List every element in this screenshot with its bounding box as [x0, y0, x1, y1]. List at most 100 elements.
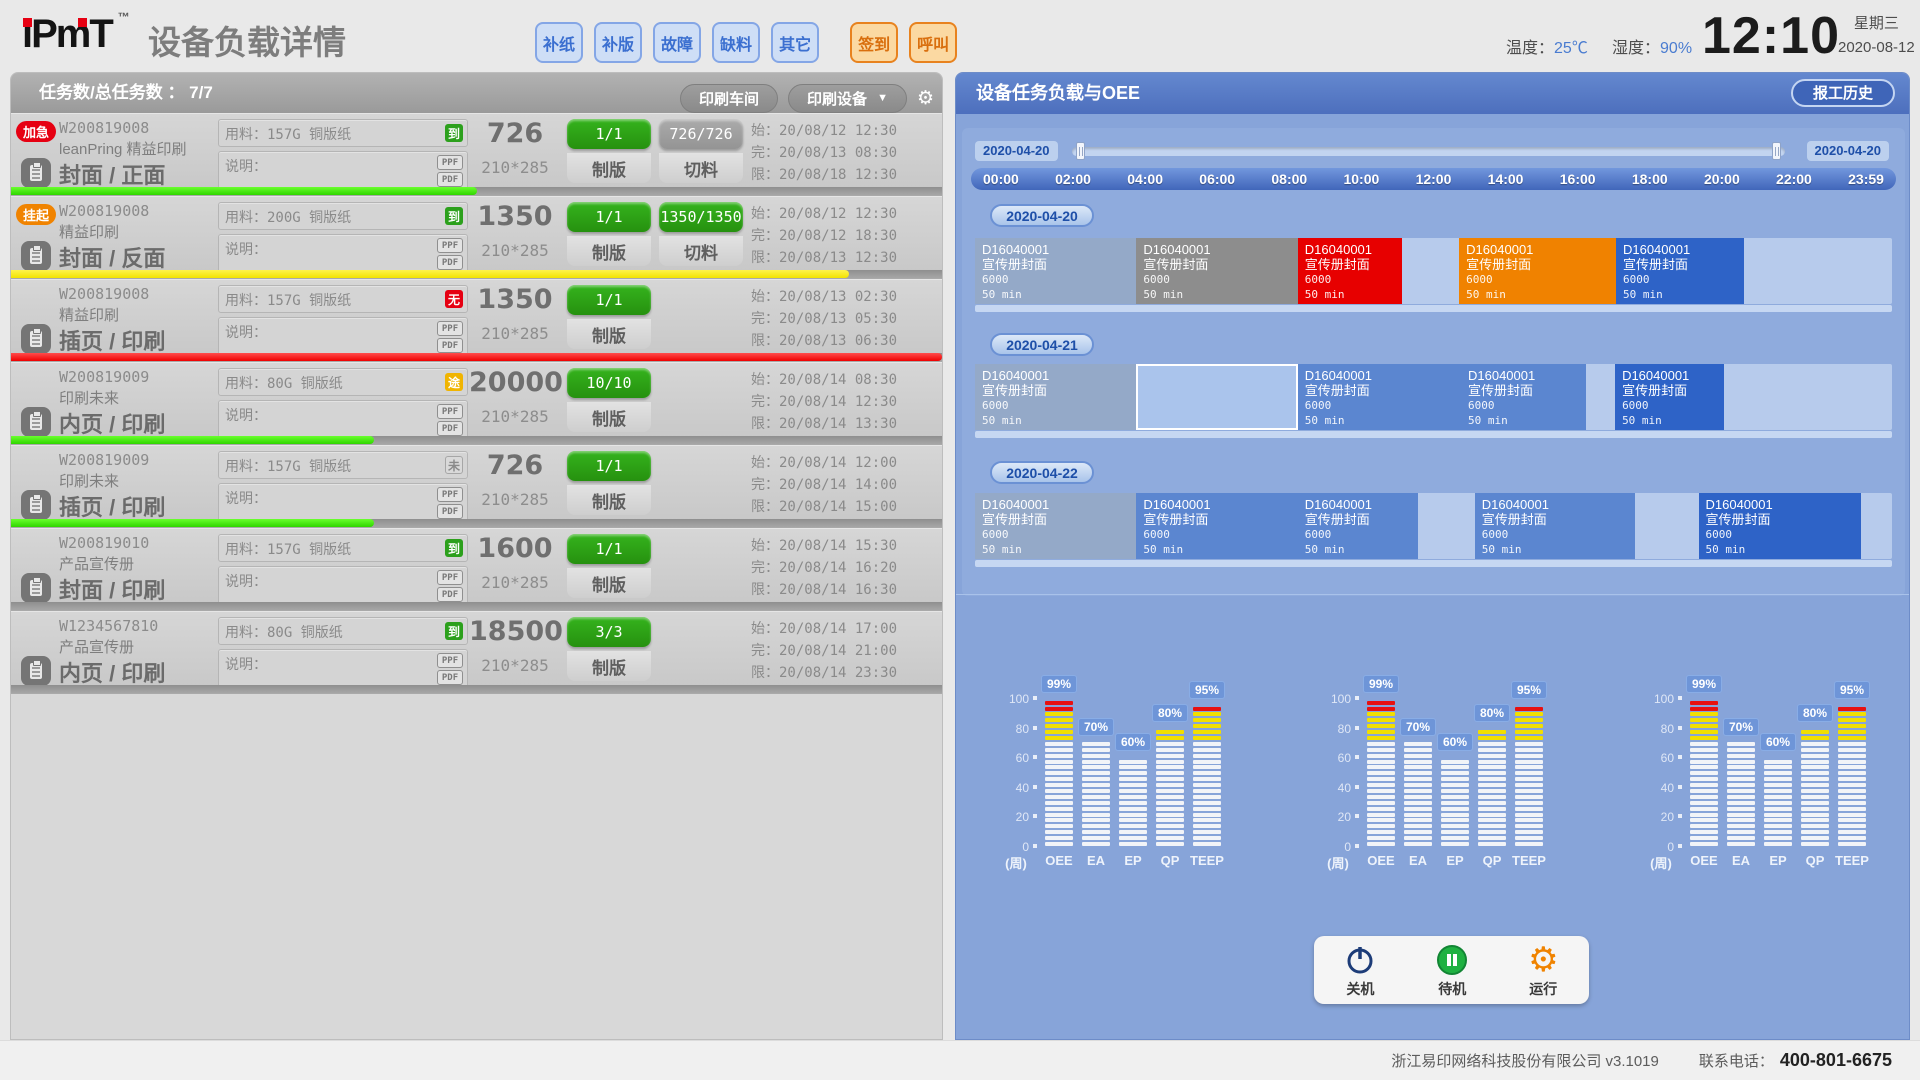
plate-stage-button[interactable]: 1/1制版: [567, 534, 651, 598]
topbar-alert-button[interactable]: 呼叫: [909, 22, 957, 63]
gantt-task-block[interactable]: D16040001宣传册封面600050 min: [1136, 493, 1297, 559]
topbar-action-button[interactable]: 补版: [594, 22, 642, 63]
led-segment: [1478, 842, 1506, 846]
humidity-readout: 湿度：90%: [1612, 34, 1692, 58]
gantt-block-text: 50 min: [982, 287, 1129, 302]
y-axis-tick: [1033, 814, 1037, 818]
topbar-action-button[interactable]: 补纸: [535, 22, 583, 63]
plate-stage-button[interactable]: 1/1制版: [567, 285, 651, 349]
slider-handle-right[interactable]: [1772, 142, 1781, 160]
gantt-task-block[interactable]: [1136, 364, 1297, 430]
control-pause[interactable]: 待机: [1437, 942, 1467, 999]
description-box: 说明：PPFPDF: [218, 483, 468, 523]
slider-handle-left[interactable]: [1076, 142, 1085, 160]
gantt-task-block[interactable]: D16040001宣传册封面600050 min: [1298, 364, 1461, 430]
gantt-task-block[interactable]: D16040001宣传册封面600050 min: [1459, 238, 1616, 304]
gantt-zone: 2020-04-20 2020-04-20 00:0002:0004:0006:…: [962, 128, 1905, 596]
cut-stage-button[interactable]: 1350/1350切料: [659, 202, 743, 266]
led-bar: [1156, 728, 1184, 846]
gantt-task-block[interactable]: D16040001宣传册封面600050 min: [1616, 238, 1744, 304]
gantt-task-block[interactable]: D16040001宣传册封面600050 min: [1136, 238, 1297, 304]
led-segment: [1515, 789, 1543, 793]
gantt-block-text: 宣传册封面: [1466, 257, 1609, 272]
led-segment: [1801, 824, 1829, 828]
led-segment: [1045, 824, 1073, 828]
led-segment: [1801, 807, 1829, 811]
led-segment: [1082, 754, 1110, 758]
y-axis-tick: [1355, 844, 1359, 848]
phone-label: 联系电话：: [1699, 1050, 1774, 1071]
task-times: 始：20/08/14 17:00完：20/08/14 21:00限：20/08/…: [751, 618, 897, 684]
plate-stage-button[interactable]: 1/1制版: [567, 119, 651, 183]
led-segment: [1367, 760, 1395, 764]
topbar-action-button[interactable]: 缺料: [712, 22, 760, 63]
plate-stage-button[interactable]: 3/3制版: [567, 617, 651, 681]
led-segment: [1727, 818, 1755, 822]
gantt-block-text: 50 min: [1305, 542, 1411, 557]
slider-track[interactable]: [1072, 147, 1785, 156]
task-row[interactable]: W200819009印刷未来插页 / 印刷用料：157G 铜版纸未说明：PPFP…: [11, 445, 942, 528]
led-segment: [1441, 771, 1469, 775]
y-axis-label: 80: [1323, 722, 1351, 736]
plate-stage-button[interactable]: 1/1制版: [567, 451, 651, 515]
gantt-task-block[interactable]: D16040001宣传册封面600050 min: [1298, 493, 1418, 559]
control-gear[interactable]: ⚙运行: [1528, 942, 1558, 999]
task-row[interactable]: W200819008精益印刷插页 / 印刷用料：157G 铜版纸无说明：PPFP…: [11, 279, 942, 362]
led-segment: [1838, 748, 1866, 752]
gantt-task-block[interactable]: D16040001宣传册封面600050 min: [1298, 238, 1403, 304]
task-row[interactable]: W200819010产品宣传册封面 / 印刷用料：157G 铜版纸到说明：PPF…: [11, 528, 942, 611]
gantt-task-block[interactable]: D16040001宣传册封面600050 min: [1615, 364, 1724, 430]
task-row[interactable]: W1234567810产品宣传册内页 / 印刷用料：80G 铜版纸到说明：PPF…: [11, 611, 942, 694]
pause-icon: [1437, 942, 1467, 978]
gantt-task-block[interactable]: D16040001宣传册封面600050 min: [975, 364, 1136, 430]
workshop-button[interactable]: 印刷车间: [680, 84, 778, 113]
led-segment: [1404, 813, 1432, 817]
led-bar: [1441, 758, 1469, 846]
led-bar: [1801, 728, 1829, 846]
gantt-task-block[interactable]: D16040001宣传册封面600050 min: [975, 493, 1136, 559]
led-segment: [1045, 813, 1073, 817]
led-segment: [1478, 730, 1506, 734]
stage-count: 726/726: [659, 119, 743, 149]
gantt-block-text: 50 min: [1706, 542, 1854, 557]
plate-stage-button[interactable]: 1/1制版: [567, 202, 651, 266]
led-segment: [1478, 748, 1506, 752]
quantity-value: 1600: [469, 533, 561, 564]
gantt-task-block[interactable]: D16040001宣传册封面600050 min: [1699, 493, 1861, 559]
device-dropdown[interactable]: 印刷设备 ▼: [788, 84, 907, 113]
led-segment: [1441, 813, 1469, 817]
stage-label: 切料: [659, 153, 743, 183]
topbar-action-button[interactable]: 故障: [653, 22, 701, 63]
gear-icon[interactable]: ⚙: [917, 78, 934, 118]
led-segment: [1193, 836, 1221, 840]
stage-label: 制版: [567, 319, 651, 349]
oee-charts: 100806040200(周)99%OEE70%EA60%EP80%QP95%T…: [956, 633, 1910, 933]
led-segment: [1515, 771, 1543, 775]
gantt-task-block[interactable]: D16040001宣传册封面600050 min: [1475, 493, 1635, 559]
quantity-block: 1350210*285: [469, 201, 561, 260]
topbar-action-button[interactable]: 其它: [771, 22, 819, 63]
task-row[interactable]: 挂起W200819008精益印刷封面 / 反面用料：200G 铜版纸到说明：PP…: [11, 196, 942, 279]
date-text: 2020-08-12: [1838, 39, 1915, 56]
gantt-block-text: 6000: [982, 398, 1129, 413]
gantt-block-text: 宣传册封面: [1305, 257, 1396, 272]
plate-stage-button[interactable]: 10/10制版: [567, 368, 651, 432]
y-axis-tick: [1355, 814, 1359, 818]
x-axis-unit: (周): [1001, 853, 1031, 872]
gantt-task-block[interactable]: D16040001宣传册封面600050 min: [1461, 364, 1586, 430]
led-segment: [1367, 718, 1395, 722]
report-history-button[interactable]: 报工历史: [1791, 79, 1895, 107]
task-name: 印刷未来: [59, 387, 119, 408]
task-row[interactable]: W200819009印刷未来内页 / 印刷用料：80G 铜版纸途说明：PPFPD…: [11, 362, 942, 445]
task-row[interactable]: 加急W200819008leanPring 精益印刷封面 / 正面用料：157G…: [11, 113, 942, 196]
bar-value-badge: 60%: [1437, 733, 1473, 751]
gantt-task-block[interactable]: D16040001宣传册封面600050 min: [975, 238, 1136, 304]
led-segment: [1404, 748, 1432, 752]
led-segment: [1082, 842, 1110, 846]
topbar-alert-button[interactable]: 签到: [850, 22, 898, 63]
led-bar: [1727, 740, 1755, 846]
control-power[interactable]: 关机: [1344, 942, 1376, 999]
stage-label: 切料: [659, 236, 743, 266]
led-segment: [1441, 765, 1469, 769]
cut-stage-button[interactable]: 726/726 切料: [659, 119, 743, 183]
